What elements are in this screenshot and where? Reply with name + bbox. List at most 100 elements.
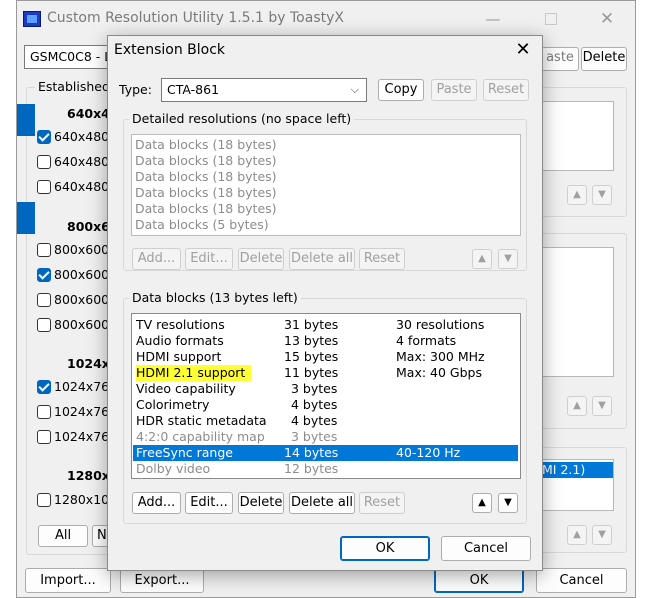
move-down-button[interactable]: ▼ [592, 396, 612, 416]
delete-all-blocks-button[interactable]: Delete all [289, 492, 355, 514]
checkbox-row[interactable]: 1280x10 [37, 491, 109, 511]
reset-blocks-button[interactable]: Reset [359, 492, 405, 514]
detailed-reset-button[interactable]: Reset [359, 248, 405, 270]
block-name: Dolby video [136, 461, 211, 476]
right-list[interactable]: MI 2.1) [537, 459, 614, 511]
checkbox-label: 640x480 [54, 179, 110, 194]
list-item[interactable]: Data blocks (18 bytes) [135, 201, 277, 217]
checkbox-label: 1024x76 [54, 429, 110, 444]
table-row[interactable]: Colorimetry 4 bytes [133, 397, 518, 413]
add-block-button[interactable]: Add... [132, 492, 181, 514]
checkbox[interactable] [37, 180, 51, 194]
checkbox-label: 800x600 [54, 292, 110, 307]
paste-button[interactable]: aste [541, 47, 579, 71]
block-name: HDMI support [136, 349, 222, 364]
detailed-resolutions-label: Detailed resolutions (no space left) [129, 111, 355, 126]
table-row[interactable]: Video capability 3 bytes [133, 381, 518, 397]
checkbox[interactable] [37, 493, 51, 507]
detailed-edit-button[interactable]: Edit... [185, 248, 233, 270]
reset-type-button[interactable]: Reset [483, 79, 529, 101]
block-name: Colorimetry [136, 397, 210, 412]
move-up-button[interactable]: ▲ [567, 185, 587, 205]
type-select[interactable]: CTA-861 ⌵ [161, 78, 367, 102]
checkbox-row[interactable]: 1024x76 [37, 428, 109, 448]
move-down-button[interactable]: ▼ [592, 525, 612, 545]
data-blocks-list[interactable]: TV resolutions 31 bytes 30 resolutions Aud… [131, 313, 521, 479]
checkbox-label: 640x480 [54, 154, 110, 169]
checkbox-row[interactable]: 640x480 [37, 178, 109, 198]
block-size: 3 bytes [291, 381, 338, 396]
table-row[interactable]: 4:2:0 capability map 3 bytes [133, 429, 518, 445]
table-row-selected[interactable]: FreeSync range 14 bytes 40-120 Hz [133, 445, 518, 461]
delete-button[interactable]: Delete [581, 47, 627, 71]
right-list-selected-item[interactable]: MI 2.1) [538, 462, 613, 478]
checkbox-row[interactable]: 800x600 [37, 266, 109, 286]
dialog-close-button[interactable]: ✕ [511, 39, 535, 60]
all-button[interactable]: All [38, 525, 88, 547]
block-name-highlighted: HDMI 2.1 support [136, 365, 252, 381]
checkbox-label: 1024x76 [54, 379, 110, 394]
checkbox-label: 800x600 [54, 242, 110, 257]
checkbox[interactable] [37, 268, 51, 282]
edit-block-button[interactable]: Edit... [185, 492, 233, 514]
dialog-cancel-button[interactable]: Cancel [441, 536, 531, 561]
block-name: HDR static metadata [136, 413, 267, 428]
minimize-button[interactable]: — [473, 7, 513, 31]
move-up-button[interactable]: ▲ [567, 396, 587, 416]
table-row[interactable]: TV resolutions 31 bytes 30 resolutions [133, 317, 518, 333]
detailed-add-button[interactable]: Add... [132, 248, 181, 270]
checkbox-row[interactable]: 800x600 [37, 291, 109, 311]
checkbox-label: 800x600 [54, 267, 110, 282]
detailed-move-up-button[interactable]: ▲ [472, 249, 492, 269]
right-list[interactable] [537, 101, 614, 171]
maximize-button[interactable] [531, 7, 571, 31]
block-size: 15 bytes [284, 349, 339, 364]
delete-block-button[interactable]: Delete [238, 492, 284, 514]
checkbox[interactable] [37, 130, 51, 144]
right-list[interactable] [537, 247, 614, 377]
list-item[interactable]: Data blocks (5 bytes) [135, 217, 269, 233]
move-down-button[interactable]: ▼ [592, 185, 612, 205]
paste-type-button[interactable]: Paste [431, 79, 477, 101]
list-item[interactable]: Data blocks (18 bytes) [135, 169, 277, 185]
table-row[interactable]: HDMI support 15 bytes Max: 300 MHz [133, 349, 518, 365]
block-size: 3 bytes [291, 429, 338, 444]
block-move-up-button[interactable]: ▲ [472, 493, 492, 513]
checkbox-row[interactable]: 640x480 [37, 128, 109, 148]
detailed-resolutions-list[interactable]: Data blocks (18 bytes) Data blocks (18 b… [131, 134, 521, 236]
list-item[interactable]: Data blocks (18 bytes) [135, 137, 277, 153]
checkbox[interactable] [37, 430, 51, 444]
main-ok-button[interactable]: OK [434, 568, 524, 593]
dialog-ok-button[interactable]: OK [340, 536, 430, 561]
detailed-delete-button[interactable]: Delete [238, 248, 284, 270]
checkbox-row[interactable]: 800x600 [37, 241, 109, 261]
table-row[interactable]: Audio formats 13 bytes 4 formats [133, 333, 518, 349]
export-button[interactable]: Export... [120, 568, 204, 593]
checkbox[interactable] [37, 380, 51, 394]
block-name: FreeSync range [136, 445, 233, 460]
block-name: Video capability [136, 381, 236, 396]
table-row[interactable]: HDR static metadata 4 bytes [133, 413, 518, 429]
block-move-down-button[interactable]: ▼ [498, 493, 518, 513]
detailed-move-down-button[interactable]: ▼ [498, 249, 518, 269]
main-cancel-button[interactable]: Cancel [536, 568, 627, 593]
checkbox[interactable] [37, 405, 51, 419]
checkbox[interactable] [37, 155, 51, 169]
block-size: 4 bytes [291, 397, 338, 412]
list-item[interactable]: Data blocks (18 bytes) [135, 153, 277, 169]
detailed-delete-all-button[interactable]: Delete all [289, 248, 355, 270]
close-window-button[interactable]: ✕ [587, 7, 627, 31]
checkbox-row[interactable]: 1024x76 [37, 403, 109, 423]
checkbox-row[interactable]: 800x600 [37, 316, 109, 336]
list-item[interactable]: Data blocks (18 bytes) [135, 185, 277, 201]
checkbox[interactable] [37, 293, 51, 307]
checkbox-row[interactable]: 640x480 [37, 153, 109, 173]
checkbox-row[interactable]: 1024x76 [37, 378, 109, 398]
import-button[interactable]: Import... [25, 568, 111, 593]
checkbox[interactable] [37, 243, 51, 257]
checkbox[interactable] [37, 318, 51, 332]
table-row[interactable]: Dolby video 12 bytes [133, 461, 518, 477]
table-row[interactable]: HDMI 2.1 support 11 bytes Max: 40 Gbps [133, 365, 518, 381]
copy-button[interactable]: Copy [378, 79, 424, 101]
move-up-button[interactable]: ▲ [567, 525, 587, 545]
